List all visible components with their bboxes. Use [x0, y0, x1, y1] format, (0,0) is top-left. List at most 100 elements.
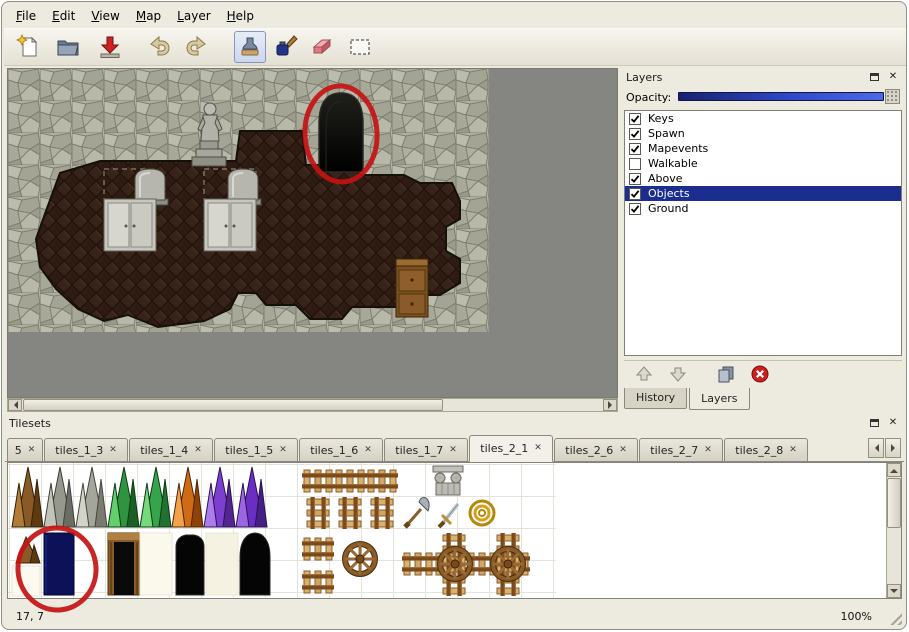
layer-row-objects[interactable]: Objects [625, 186, 901, 201]
scroll-up-button[interactable] [887, 463, 901, 477]
tileset-tab[interactable]: tiles_1_4 ✕ [129, 438, 213, 461]
tileset-vertical-scrollbar[interactable] [886, 463, 901, 598]
move-layer-down-button[interactable] [666, 363, 690, 385]
menu-help[interactable]: Help [219, 7, 262, 25]
map-horizontal-scrollbar[interactable] [7, 398, 618, 412]
layer-row-spawn[interactable]: Spawn [625, 126, 901, 141]
layer-list: Keys Spawn Mapevents Walkable Above Obje… [624, 110, 902, 356]
delete-layer-button[interactable] [748, 363, 772, 385]
tileset-canvas[interactable] [7, 462, 902, 599]
stone-plate-sprite [104, 199, 156, 251]
tileset-tab-label: tiles_1_4 [140, 444, 188, 457]
open-folder-icon [55, 34, 81, 60]
tileset-tab-label: tiles_1_7 [395, 444, 443, 457]
tab-close-icon[interactable]: ✕ [279, 446, 287, 455]
tileset-tab-label: tiles_1_5 [225, 444, 273, 457]
tileset-tab[interactable]: tiles_1_6 ✕ [299, 438, 383, 461]
duplicate-icon [715, 364, 737, 384]
layers-panel-titlebar: Layers ✕ [622, 68, 904, 86]
eraser-tool-button[interactable] [306, 31, 338, 63]
tileset-tab[interactable]: 5 ✕ [7, 438, 43, 461]
move-layer-up-button[interactable] [632, 363, 656, 385]
tabs-scroll-left-button[interactable] [868, 438, 884, 458]
layer-label: Objects [648, 187, 690, 200]
tileset-tab[interactable]: tiles_1_7 ✕ [384, 438, 468, 461]
undo-button[interactable] [144, 31, 176, 63]
tab-history[interactable]: History [624, 388, 687, 409]
opacity-row: Opacity: [626, 88, 900, 106]
close-icon: ✕ [889, 418, 897, 428]
close-panel-button[interactable]: ✕ [886, 417, 900, 430]
tab-close-icon[interactable]: ✕ [534, 444, 542, 453]
opacity-slider-handle[interactable] [885, 89, 900, 104]
rect-select-icon [347, 34, 373, 60]
tileset-tab[interactable]: tiles_1_5 ✕ [214, 438, 298, 461]
tab-close-icon[interactable]: ✕ [789, 446, 797, 455]
menu-view[interactable]: View [83, 7, 127, 25]
tileset-tab[interactable]: tiles_2_8 ✕ [724, 438, 808, 461]
layers-panel-title: Layers [626, 71, 662, 84]
tileset-tab[interactable]: tiles_2_7 ✕ [639, 438, 723, 461]
layer-checkbox[interactable] [629, 173, 641, 185]
layer-row-mapevents[interactable]: Mapevents [625, 141, 901, 156]
tileset-tab[interactable]: tiles_2_1 ✕ [469, 435, 553, 462]
tab-close-icon[interactable]: ✕ [364, 446, 372, 455]
tab-close-icon[interactable]: ✕ [449, 446, 457, 455]
vertical-scrollbar-thumb[interactable] [887, 478, 901, 528]
undo-icon [147, 34, 173, 60]
tab-close-icon[interactable]: ✕ [28, 446, 36, 455]
save-button[interactable] [94, 31, 126, 63]
fill-tool-button[interactable] [270, 31, 302, 63]
layer-checkbox[interactable] [629, 143, 641, 155]
menu-layer[interactable]: Layer [169, 7, 218, 25]
scroll-down-button[interactable] [887, 584, 901, 598]
left-arrow-icon [871, 444, 879, 452]
open-file-button[interactable] [52, 31, 84, 63]
toolbar [4, 28, 906, 66]
menu-file[interactable]: File [8, 7, 44, 25]
resize-grip[interactable] [887, 610, 902, 625]
stamp-tool-button[interactable] [234, 31, 266, 63]
tab-close-icon[interactable]: ✕ [619, 446, 627, 455]
tab-close-icon[interactable]: ✕ [704, 446, 712, 455]
float-icon [870, 73, 879, 81]
horizontal-scrollbar-thumb[interactable] [23, 399, 443, 411]
map-viewport[interactable] [7, 68, 618, 398]
tab-close-icon[interactable]: ✕ [194, 446, 202, 455]
tab-layers[interactable]: Layers [689, 388, 749, 410]
layer-checkbox[interactable] [629, 128, 641, 140]
tileset-tiles-image [8, 463, 886, 598]
status-bar: 17, 7 100% [2, 602, 906, 629]
opacity-slider[interactable] [678, 88, 900, 106]
tabs-scroll-right-button[interactable] [885, 438, 901, 458]
menu-bar: File Edit View Map Layer Help [8, 6, 262, 26]
cursor-coordinates: 17, 7 [16, 610, 44, 623]
layer-checkbox[interactable] [629, 188, 641, 200]
layer-row-walkable[interactable]: Walkable [625, 156, 901, 171]
float-panel-button[interactable] [867, 417, 881, 430]
tileset-tab[interactable]: tiles_1_3 ✕ [44, 438, 128, 461]
redo-button[interactable] [180, 31, 212, 63]
layer-checkbox[interactable] [629, 158, 641, 170]
layer-checkbox[interactable] [629, 203, 641, 215]
down-arrow-icon [890, 589, 898, 597]
new-file-button[interactable] [12, 31, 44, 63]
tileset-tab-label: tiles_2_8 [735, 444, 783, 457]
duplicate-layer-button[interactable] [714, 363, 738, 385]
close-panel-button[interactable]: ✕ [886, 71, 900, 84]
menu-edit[interactable]: Edit [44, 7, 83, 25]
opacity-slider-track[interactable] [678, 92, 884, 101]
zoom-level: 100% [841, 610, 872, 623]
tileset-tab[interactable]: tiles_2_6 ✕ [554, 438, 638, 461]
layer-row-above[interactable]: Above [625, 171, 901, 186]
layer-row-ground[interactable]: Ground [625, 201, 901, 216]
float-panel-button[interactable] [867, 71, 881, 84]
layer-checkbox[interactable] [629, 113, 641, 125]
scroll-right-button[interactable] [603, 399, 617, 411]
layer-row-keys[interactable]: Keys [625, 111, 901, 126]
scroll-left-button[interactable] [8, 399, 22, 411]
tab-close-icon[interactable]: ✕ [109, 446, 117, 455]
select-tool-button[interactable] [344, 31, 376, 63]
menu-map[interactable]: Map [128, 7, 169, 25]
tileset-tab-label: tiles_2_6 [565, 444, 613, 457]
